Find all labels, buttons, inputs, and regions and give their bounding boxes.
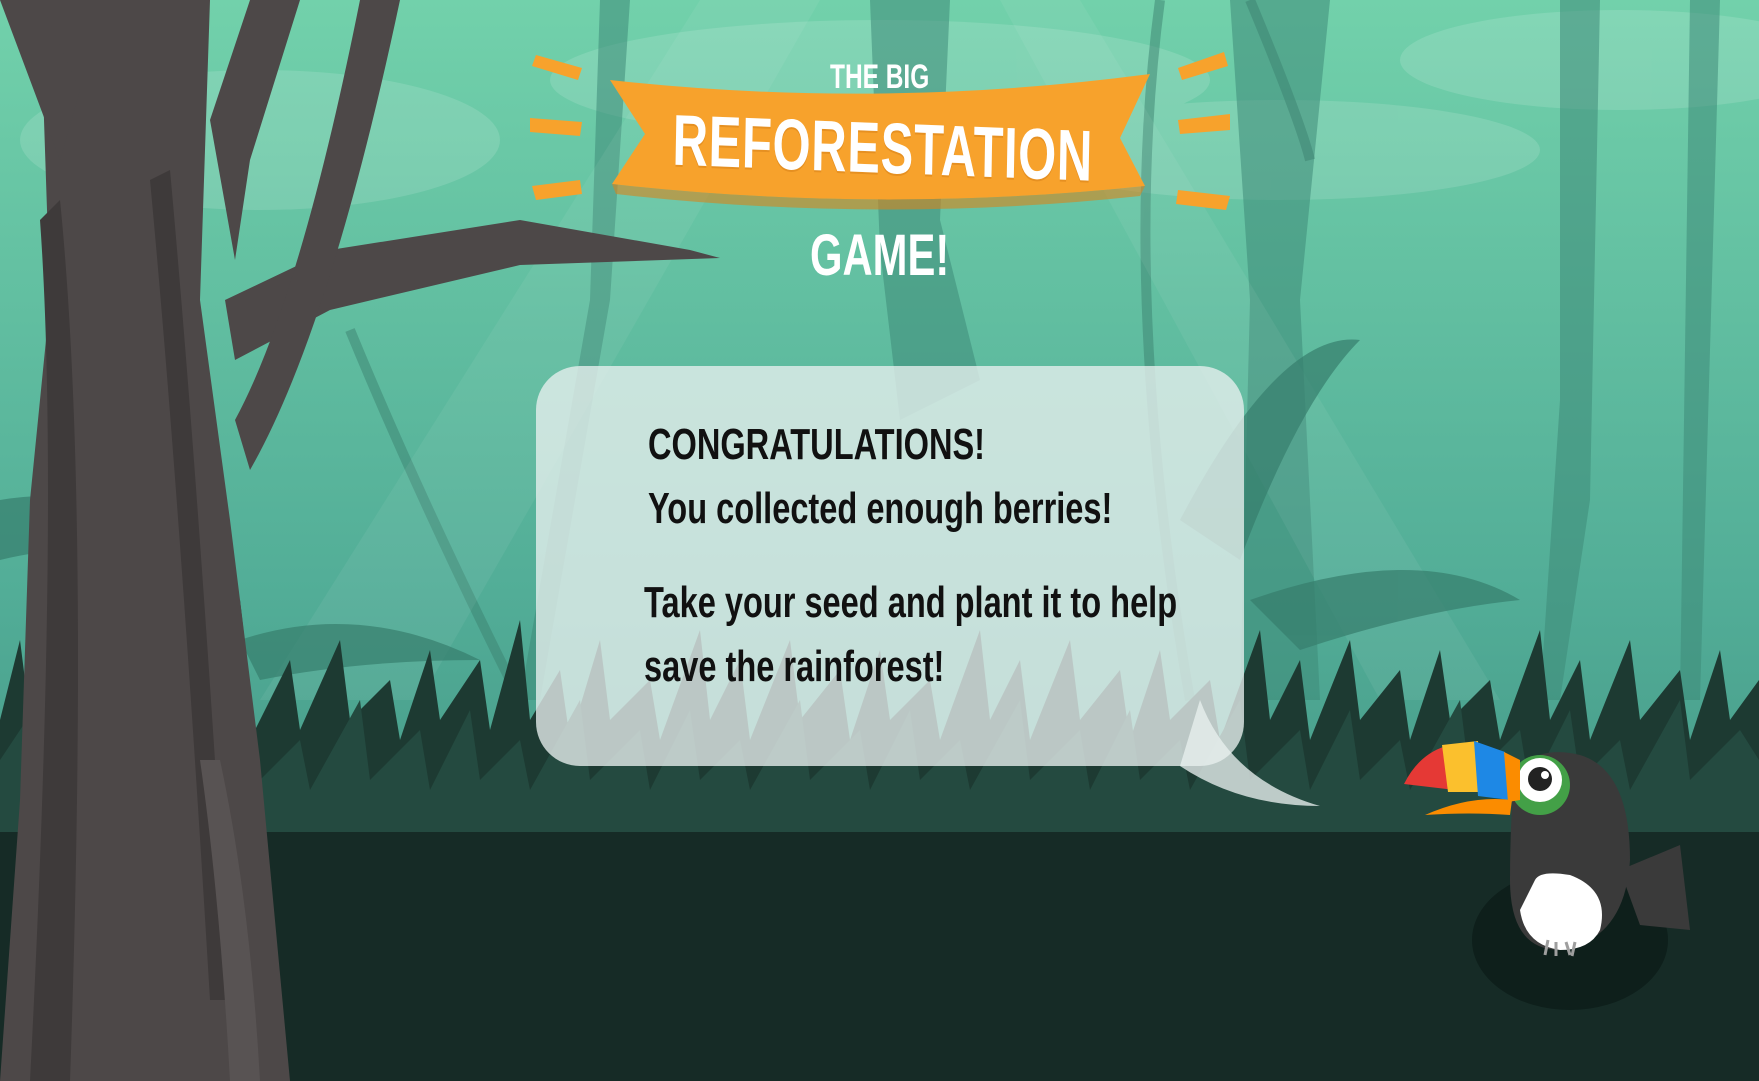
message-line: You collected enough berries!	[648, 484, 1113, 533]
title-bottom: GAME!	[810, 223, 950, 288]
message-line: Take your seed and plant it to help	[644, 578, 1178, 627]
message-heading: CONGRATULATIONS!	[648, 420, 986, 469]
message-line: save the rainforest!	[644, 642, 945, 691]
